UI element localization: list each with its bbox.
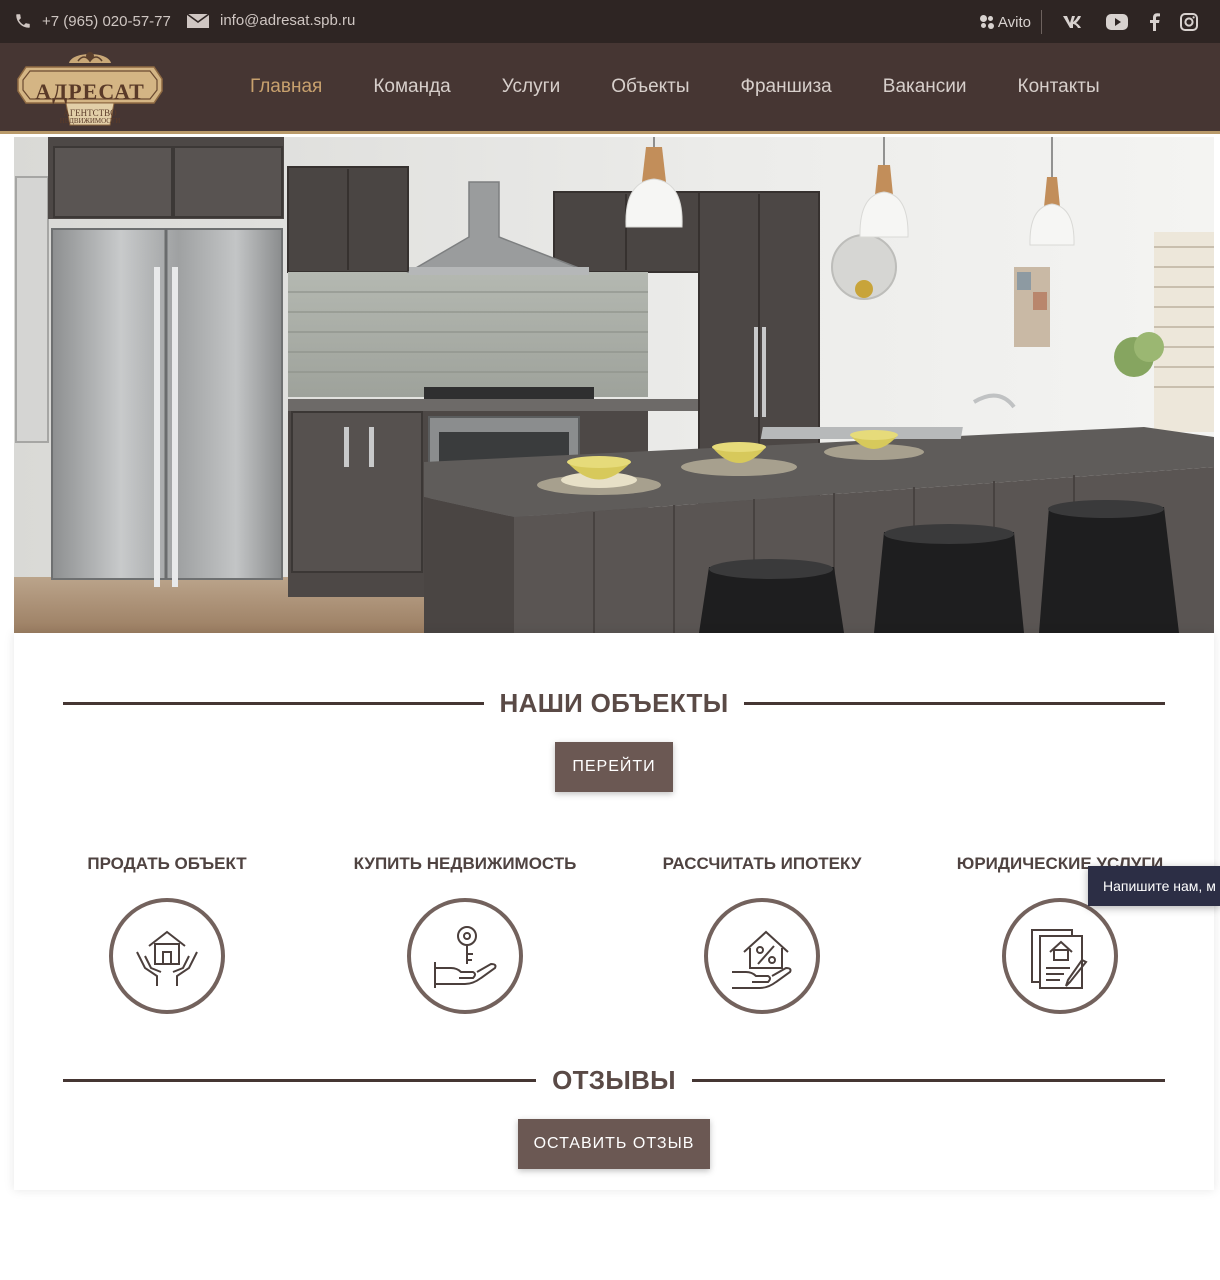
reviews-section-header: ОТЗЫВЫ [63, 1065, 1166, 1096]
top-bar: +7 (965) 020-57-77 info@adresat.spb.ru A… [0, 0, 1220, 43]
site-logo[interactable]: АДРЕСАТ АГЕНТСТВО НЕДВИЖИМОСТИ [14, 47, 166, 131]
nav-item-vacancies[interactable]: Вакансии [883, 76, 967, 98]
content-panel: НАШИ ОБЪЕКТЫ ПЕРЕЙТИ ПРОДАТЬ ОБЪЕКТ КУПИ… [14, 633, 1214, 1190]
hands-house-icon [136, 930, 198, 986]
instagram-icon [1180, 13, 1198, 31]
service-buy-circle[interactable] [407, 898, 523, 1014]
youtube-icon [1106, 14, 1128, 30]
facebook-icon [1150, 13, 1160, 31]
youtube-link[interactable] [1106, 14, 1128, 30]
email-address[interactable]: info@adresat.spb.ru [220, 12, 355, 29]
leave-review-button[interactable]: ОСТАВИТЬ ОТЗЫВ [518, 1119, 710, 1169]
service-buy[interactable]: КУПИТЬ НЕДВИЖИМОСТЬ [325, 854, 605, 1014]
service-mortgage[interactable]: РАССЧИТАТЬ ИПОТЕКУ [622, 854, 902, 1014]
nav-item-franchise[interactable]: Франшиза [741, 76, 832, 98]
hand-key-icon [434, 926, 497, 988]
vk-icon [1063, 16, 1081, 28]
avito-icon [979, 14, 995, 30]
objects-section-title: НАШИ ОБЪЕКТЫ [499, 688, 729, 718]
service-mortgage-title[interactable]: РАССЧИТАТЬ ИПОТЕКУ [622, 854, 902, 878]
objects-section-header: НАШИ ОБЪЕКТЫ [63, 688, 1166, 719]
phone-contact[interactable]: +7 (965) 020-57-77 [14, 12, 171, 30]
service-legal-circle[interactable] [1002, 898, 1118, 1014]
facebook-link[interactable] [1148, 13, 1160, 31]
divider-line [63, 1079, 537, 1082]
nav-item-services[interactable]: Услуги [502, 76, 560, 98]
service-sell-circle[interactable] [109, 898, 225, 1014]
main-navbar: АДРЕСАТ АГЕНТСТВО НЕДВИЖИМОСТИ Главная К… [0, 43, 1220, 134]
hand-house-percent-icon [732, 930, 792, 989]
service-sell[interactable]: ПРОДАТЬ ОБЪЕКТ [27, 854, 307, 1014]
chat-widget-label[interactable]: Напишите нам, м [1103, 878, 1216, 894]
divider-line [691, 1079, 1166, 1082]
nav-item-objects[interactable]: Объекты [611, 76, 689, 98]
service-buy-title[interactable]: КУПИТЬ НЕДВИЖИМОСТЬ [325, 854, 605, 878]
reviews-section-title: ОТЗЫВЫ [552, 1065, 676, 1095]
avito-label: Avito [997, 13, 1031, 31]
phone-number[interactable]: +7 (965) 020-57-77 [42, 13, 171, 30]
avito-link[interactable]: Avito [979, 10, 1042, 34]
vk-link[interactable] [1062, 14, 1086, 30]
divider-line [744, 702, 1166, 705]
nav-item-team[interactable]: Команда [373, 76, 450, 98]
service-mortgage-circle[interactable] [704, 898, 820, 1014]
go-objects-button[interactable]: ПЕРЕЙТИ [555, 742, 673, 792]
main-menu: Главная Команда Услуги Объекты Франшиза … [250, 76, 1151, 98]
documents-house-icon [1031, 929, 1088, 989]
logo-name: АДРЕСАТ [35, 79, 145, 104]
instagram-link[interactable] [1180, 13, 1198, 31]
email-contact[interactable]: info@adresat.spb.ru [186, 12, 355, 29]
nav-item-contacts[interactable]: Контакты [1018, 76, 1100, 98]
nav-item-home[interactable]: Главная [250, 76, 322, 98]
service-sell-title[interactable]: ПРОДАТЬ ОБЪЕКТ [27, 854, 307, 878]
hero-image-kitchen [14, 137, 1214, 633]
divider-line [63, 702, 484, 705]
logo-tagline-2: НЕДВИЖИМОСТИ [59, 117, 121, 125]
envelope-icon [186, 12, 210, 28]
social-links: Avito [979, 9, 1198, 35]
chat-widget[interactable]: Напишите нам, м [1088, 866, 1220, 906]
phone-icon [16, 14, 30, 28]
